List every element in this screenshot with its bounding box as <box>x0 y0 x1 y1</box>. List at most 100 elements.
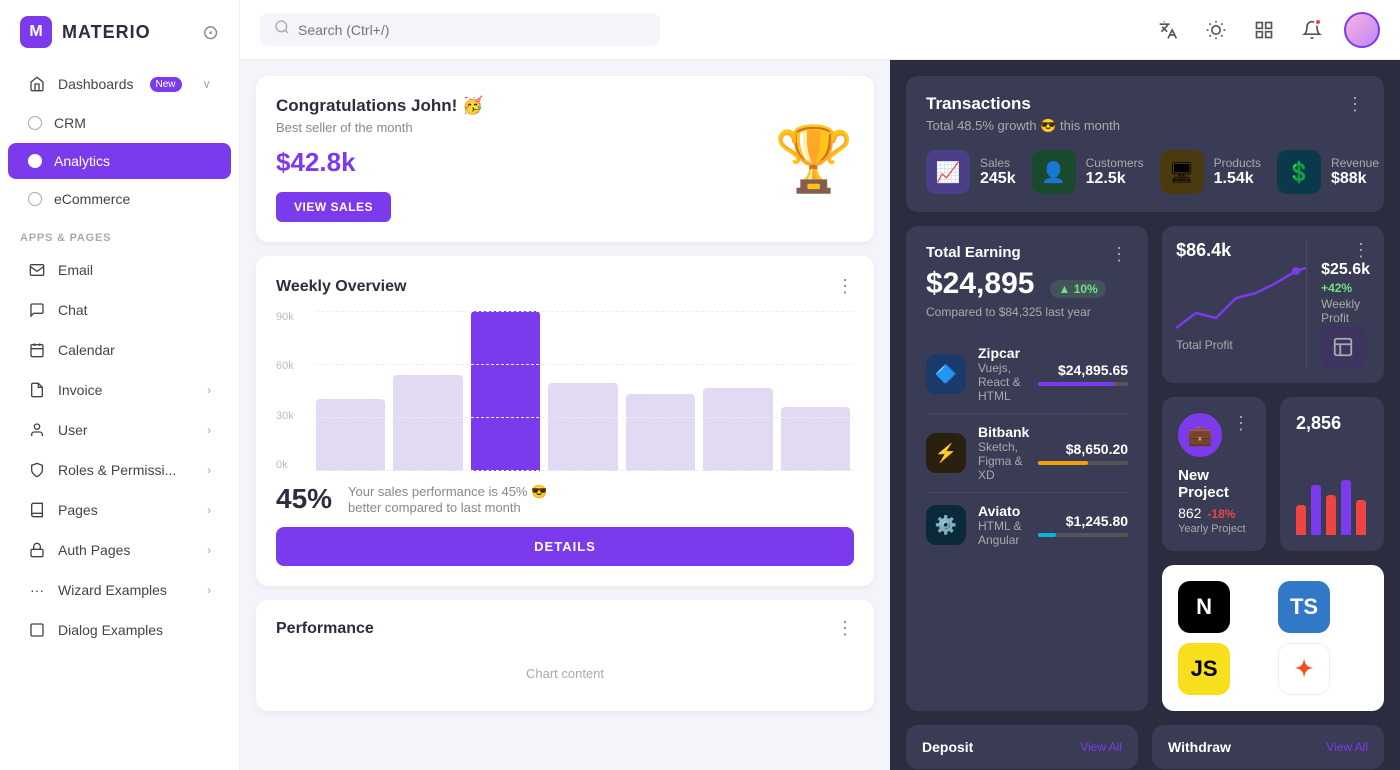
chevron-icon: › <box>207 583 211 597</box>
sidebar-item-label: User <box>58 422 88 438</box>
deposit-view-all[interactable]: View All <box>1080 740 1122 754</box>
grid-icon[interactable] <box>1248 14 1280 46</box>
profit-menu-button[interactable]: ⋮ <box>1352 240 1370 261</box>
sidebar-item-auth[interactable]: Auth Pages › <box>8 531 231 569</box>
sidebar-item-invoice[interactable]: Invoice › <box>8 371 231 409</box>
project-badge: -18% <box>1207 507 1235 521</box>
chart-bar <box>316 399 385 471</box>
trans-icon: 👤 <box>1041 160 1066 185</box>
sidebar-item-label: Auth Pages <box>58 542 130 558</box>
trans-icon: 📈 <box>936 160 961 185</box>
sidebar-item-email[interactable]: Email <box>8 251 231 289</box>
weekly-footer: 45% Your sales performance is 45% 😎 bett… <box>276 483 854 515</box>
logo-icon: M <box>20 16 52 48</box>
earning-item-name: Zipcar <box>978 345 1038 361</box>
translate-icon[interactable] <box>1152 14 1184 46</box>
performance-placeholder: Chart content <box>276 653 854 693</box>
right-small-cards: $86.4k Total Profit ⋮ $25.6k <box>1162 226 1384 711</box>
project-sublabel: Yearly Project <box>1178 523 1250 535</box>
weekly-menu-button[interactable]: ⋮ <box>836 276 854 297</box>
trophy-icon: 🏆 <box>774 122 854 197</box>
details-button[interactable]: DETAILS <box>276 527 854 566</box>
trans-icon-wrap: 💲 <box>1277 150 1321 194</box>
content-wrapper: Congratulations John! 🥳 Best seller of t… <box>240 60 1400 770</box>
sidebar-item-crm[interactable]: CRM <box>8 105 231 141</box>
mini-bar <box>1356 500 1366 535</box>
earning-list: 🔷 Zipcar Vuejs, React & HTML $24,895.65 … <box>926 335 1128 557</box>
sidebar-item-pages[interactable]: Pages › <box>8 491 231 529</box>
deposit-card: Deposit View All <box>906 725 1138 769</box>
view-sales-button[interactable]: VIEW SALES <box>276 192 391 222</box>
sidebar-item-dashboards[interactable]: Dashboards New ∨ <box>8 65 231 103</box>
earning-item-right: $1,245.80 <box>1038 513 1128 537</box>
profit-stats: ⋮ $25.6k +42% Weekly Profit <box>1306 240 1370 369</box>
earning-item-amount: $8,650.20 <box>1038 441 1128 457</box>
avatar[interactable] <box>1344 12 1380 48</box>
earning-progress-fill <box>1038 533 1056 537</box>
earning-title-area: Total Earning $24,895 ▲ 10% Compared to … <box>926 244 1106 335</box>
sidebar-item-analytics[interactable]: Analytics <box>8 143 231 179</box>
trans-item-info: Revenue $88k <box>1331 156 1379 188</box>
performance-title: Performance <box>276 620 374 638</box>
logo-area: M MATERIO ⊙ <box>0 0 239 64</box>
mini-bar <box>1341 480 1351 535</box>
shield-icon <box>28 461 46 479</box>
sidebar-item-dialog[interactable]: Dialog Examples <box>8 611 231 649</box>
sidebar-item-chat[interactable]: Chat <box>8 291 231 329</box>
tech-logo-item: TS <box>1278 581 1330 633</box>
withdraw-card: Withdraw View All <box>1152 725 1384 769</box>
earning-icon: ⚡ <box>926 433 966 473</box>
user-icon <box>28 421 46 439</box>
bars-mini-card: 2,856 <box>1280 397 1384 551</box>
earning-title: Total Earning <box>926 244 1106 261</box>
chart-bar <box>703 388 772 471</box>
lock-icon <box>28 541 46 559</box>
topbar-right <box>1152 12 1380 48</box>
project-title: New Project <box>1178 467 1250 501</box>
dialog-icon <box>28 621 46 639</box>
trans-value: 1.54k <box>1214 170 1261 188</box>
search-box[interactable] <box>260 13 660 46</box>
chevron-icon: › <box>207 463 211 477</box>
transactions-menu-button[interactable]: ⋮ <box>1346 94 1364 115</box>
transaction-item: 💲 Revenue $88k <box>1277 150 1379 194</box>
sidebar-item-calendar[interactable]: Calendar <box>8 331 231 369</box>
project-bars-row: 💼 ⋮ New Project 862 -18% Yearly Project <box>1162 397 1384 551</box>
earning-progress-bar <box>1038 382 1128 386</box>
trans-label: Customers <box>1086 156 1144 170</box>
wizard-icon: ··· <box>28 581 46 599</box>
earning-menu-button[interactable]: ⋮ <box>1110 244 1128 265</box>
performance-card: Performance ⋮ Chart content <box>256 600 874 711</box>
notifications-icon[interactable] <box>1296 14 1328 46</box>
sidebar-item-user[interactable]: User › <box>8 411 231 449</box>
congrats-title: Congratulations John! 🥳 <box>276 96 483 116</box>
invoice-icon <box>28 381 46 399</box>
profit-chart-svg <box>1176 263 1306 333</box>
weekly-description: Your sales performance is 45% 😎 better c… <box>348 484 548 515</box>
sidebar-item-label: Chat <box>58 302 88 318</box>
transactions-card: Transactions Total 48.5% growth 😎 this m… <box>906 76 1384 212</box>
project-menu-button[interactable]: ⋮ <box>1232 413 1250 434</box>
sidebar: M MATERIO ⊙ Dashboards New ∨ CRM Analyti… <box>0 0 240 770</box>
earning-item-right: $8,650.20 <box>1038 441 1128 465</box>
middle-row: Total Earning $24,895 ▲ 10% Compared to … <box>906 226 1384 711</box>
congrats-subtitle: Best seller of the month <box>276 120 483 135</box>
mini-bar <box>1296 505 1306 535</box>
search-input[interactable] <box>298 22 646 38</box>
earning-item-sub: Sketch, Figma & XD <box>978 440 1038 482</box>
sidebar-item-roles[interactable]: Roles & Permissi... › <box>8 451 231 489</box>
sidebar-item-wizard[interactable]: ··· Wizard Examples › <box>8 571 231 609</box>
transaction-item: 📈 Sales 245k <box>926 150 1016 194</box>
y-axis-labels: 90k 60k 30k 0k <box>276 311 294 471</box>
sidebar-item-ecommerce[interactable]: eCommerce <box>8 181 231 217</box>
earning-growth-badge: ▲ 10% <box>1050 280 1105 298</box>
performance-menu-button[interactable]: ⋮ <box>836 618 854 639</box>
weekly-card-title: Weekly Overview <box>276 278 406 296</box>
theme-icon[interactable] <box>1200 14 1232 46</box>
withdraw-view-all[interactable]: View All <box>1326 740 1368 754</box>
congrats-amount: $42.8k <box>276 147 483 178</box>
new-badge: New <box>150 77 182 92</box>
earning-icon: 🔷 <box>926 354 966 394</box>
sidebar-toggle-icon[interactable]: ⊙ <box>202 20 219 45</box>
transaction-item: 👤 Customers 12.5k <box>1032 150 1144 194</box>
